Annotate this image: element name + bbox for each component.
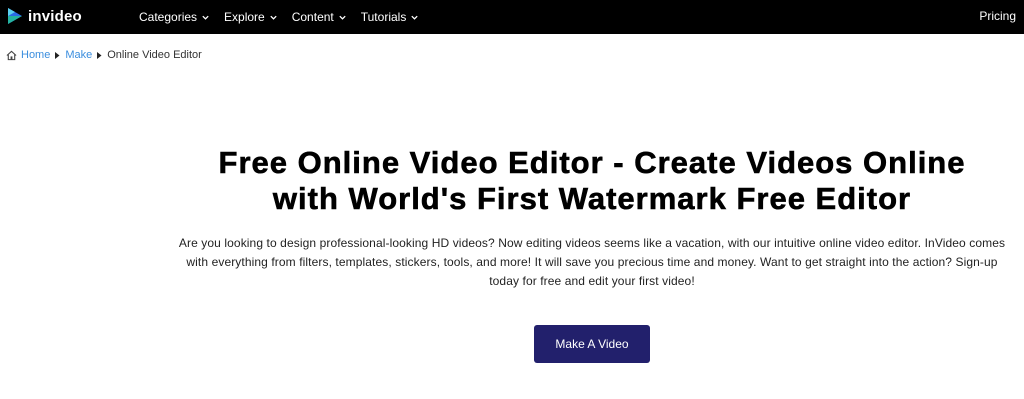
invideo-logo[interactable]: invideo	[6, 6, 82, 26]
page-title: Free Online Video Editor - Create Videos…	[160, 145, 1024, 217]
nav-tutorials-label: Tutorials	[360, 10, 407, 24]
chevron-down-icon	[339, 15, 346, 20]
nav-explore[interactable]: Explore	[224, 10, 278, 24]
top-navigation-bar: invideo Categories Explore Content Tutor…	[0, 0, 1024, 34]
chevron-right-icon	[55, 51, 60, 59]
pricing-link[interactable]: Pricing	[979, 9, 1016, 23]
breadcrumb-make-link[interactable]: Make	[65, 49, 92, 61]
intro-description: Are you looking to design professional-l…	[178, 236, 1006, 288]
nav-explore-label: Explore	[224, 10, 265, 24]
breadcrumb-home-link[interactable]: Home	[21, 49, 50, 61]
breadcrumb-current: Online Video Editor	[107, 49, 202, 61]
page-title-line-1: Free Online Video Editor - Create Videos…	[218, 145, 966, 181]
page-title-line-2: with World's First Watermark Free Editor	[272, 181, 912, 217]
nav-content[interactable]: Content	[292, 10, 347, 24]
chevron-down-icon	[202, 15, 209, 20]
breadcrumb: Home Make Online Video Editor	[6, 48, 202, 62]
nav-categories[interactable]: Categories	[139, 10, 210, 24]
nav-content-label: Content	[291, 10, 334, 24]
logo-text: invideo	[28, 7, 82, 25]
invideo-logo-icon	[8, 8, 22, 24]
chevron-right-icon	[97, 51, 102, 59]
main-nav: Categories Explore Content Tutorials	[139, 0, 433, 34]
chevron-down-icon	[270, 15, 277, 20]
home-icon[interactable]	[6, 50, 17, 61]
make-a-video-button[interactable]: Make A Video	[534, 325, 650, 363]
nav-tutorials[interactable]: Tutorials	[361, 10, 420, 24]
nav-categories-label: Categories	[139, 10, 198, 24]
chevron-down-icon	[411, 15, 418, 20]
